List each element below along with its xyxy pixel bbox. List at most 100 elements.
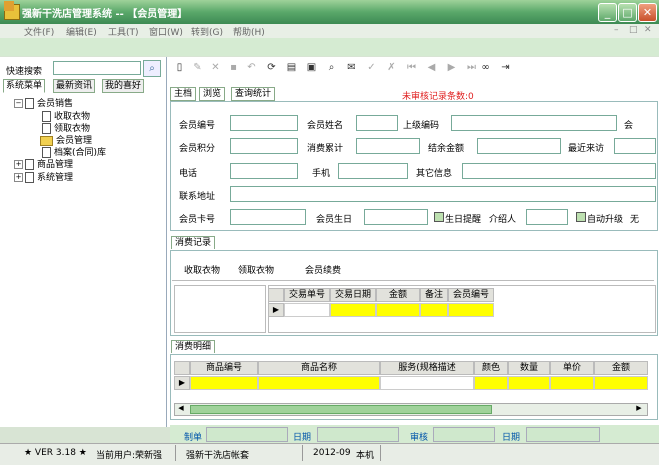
print-icon[interactable]: ▤ [286, 62, 297, 73]
auditor-field[interactable] [433, 427, 495, 442]
grid-cell[interactable] [330, 303, 376, 317]
maximize-button[interactable]: □ [618, 3, 637, 22]
grid-cell[interactable] [380, 376, 474, 390]
document-icon [25, 172, 34, 183]
preview-icon[interactable]: ▣ [306, 62, 317, 73]
col-amount[interactable]: 金额 [376, 288, 420, 302]
search-icon[interactable]: ⌕ [143, 60, 161, 77]
col-transaction-no[interactable]: 交易单号 [284, 288, 330, 302]
last-visit-input[interactable] [614, 138, 656, 154]
tree-node-member-sales[interactable]: − 会员销售 [14, 96, 73, 109]
link-pickup-clothes[interactable]: 领取衣物 [238, 263, 274, 276]
grid-cell[interactable] [508, 376, 550, 390]
tab-system-menu[interactable]: 系统菜单 [3, 79, 46, 93]
quick-search-input[interactable] [53, 61, 141, 75]
card-no-input[interactable] [230, 209, 306, 225]
grid-cell[interactable] [420, 303, 448, 317]
superior-code-input[interactable] [451, 115, 617, 131]
close-button[interactable]: ✕ [638, 3, 657, 22]
col-remark[interactable]: 备注 [420, 288, 448, 302]
member-name-input[interactable] [356, 115, 398, 131]
balance-input[interactable] [477, 138, 561, 154]
audit-icon[interactable]: ✓ [366, 62, 377, 73]
col-quantity[interactable]: 数量 [508, 361, 550, 375]
new-icon[interactable]: ▯ [174, 62, 185, 73]
make-date-field[interactable] [317, 427, 399, 442]
tab-consume-detail[interactable]: 消费明细 [171, 340, 216, 353]
expand-icon[interactable]: + [14, 173, 23, 182]
menu-file[interactable]: 文件(F) [24, 25, 54, 38]
col-goods-no[interactable]: 商品编号 [190, 361, 258, 375]
birthday-input[interactable] [364, 209, 428, 225]
other-info-input[interactable] [462, 163, 656, 179]
col-member-no[interactable]: 会员编号 [448, 288, 494, 302]
referrer-input[interactable] [526, 209, 568, 225]
col-detail-amount[interactable]: 金额 [594, 361, 648, 375]
menu-help[interactable]: 帮助(H) [233, 25, 265, 38]
previous-record-icon[interactable]: ◀ [426, 62, 437, 73]
exit-icon[interactable]: ⇥ [500, 62, 511, 73]
filter-icon[interactable]: ✉ [346, 62, 357, 73]
scrollbar-thumb[interactable] [190, 405, 492, 414]
tab-latest-news[interactable]: 最新资讯 [53, 79, 96, 93]
undo-icon[interactable]: ↶ [246, 62, 257, 73]
auto-upgrade-checkbox[interactable] [576, 212, 586, 222]
grid-cell[interactable] [594, 376, 648, 390]
edit-icon[interactable]: ✎ [192, 62, 203, 73]
scroll-left-icon[interactable]: ◀ [176, 404, 186, 413]
phone-input[interactable] [230, 163, 298, 179]
mdi-minimize-icon[interactable]: – [614, 25, 624, 35]
tab-browse[interactable]: 浏览 [199, 87, 226, 101]
grid-cell[interactable] [448, 303, 494, 317]
tab-master[interactable]: 主档 [170, 87, 197, 101]
col-transaction-date[interactable]: 交易日期 [330, 288, 376, 302]
scroll-right-icon[interactable]: ▶ [634, 404, 644, 413]
mdi-child-icon [4, 1, 14, 11]
link-member-renew[interactable]: 会员续费 [305, 263, 341, 276]
minimize-button[interactable]: _ [598, 3, 617, 22]
save-icon[interactable]: ▪ [228, 62, 239, 73]
col-goods-name[interactable]: 商品名称 [258, 361, 380, 375]
tree-node-goods-manage[interactable]: + 商品管理 [14, 157, 73, 170]
first-record-icon[interactable]: ⏮ [406, 62, 417, 73]
birthday-remind-checkbox[interactable] [434, 212, 444, 222]
col-color[interactable]: 颜色 [474, 361, 508, 375]
next-record-icon[interactable]: ▶ [446, 62, 457, 73]
tab-my-favorites[interactable]: 我的喜好 [102, 79, 145, 93]
mdi-restore-icon[interactable]: □ [629, 25, 639, 35]
menu-edit[interactable]: 编辑(E) [66, 25, 97, 38]
tab-consume-record[interactable]: 消费记录 [171, 236, 216, 249]
mobile-input[interactable] [338, 163, 408, 179]
record-list[interactable] [174, 285, 266, 333]
maker-field[interactable] [206, 427, 288, 442]
grid-cell[interactable] [258, 376, 380, 390]
grid-cell[interactable] [550, 376, 594, 390]
grid-cell[interactable] [190, 376, 258, 390]
last-record-icon[interactable]: ⏭ [466, 62, 477, 73]
menu-tools[interactable]: 工具(T) [108, 25, 139, 38]
consume-total-input[interactable] [356, 138, 420, 154]
find-icon[interactable]: ⌕ [326, 62, 337, 73]
mdi-close-icon[interactable]: ✕ [644, 25, 654, 35]
menu-window[interactable]: 窗口(W) [149, 25, 183, 38]
tab-query-stats[interactable]: 查询统计 [231, 87, 276, 101]
collapse-icon[interactable]: − [14, 99, 23, 108]
unaudit-icon[interactable]: ✗ [386, 62, 397, 73]
address-input[interactable] [230, 186, 656, 202]
expand-icon[interactable]: + [14, 160, 23, 169]
link-receive-clothes[interactable]: 收取衣物 [184, 263, 220, 276]
delete-icon[interactable]: ✕ [210, 62, 221, 73]
audit-date-field[interactable] [526, 427, 600, 442]
label-mobile: 手机 [312, 169, 331, 179]
menu-goto[interactable]: 转到(G) [191, 25, 223, 38]
tree-node-system-manage[interactable]: + 系统管理 [14, 170, 73, 183]
member-no-input[interactable] [230, 115, 298, 131]
glasses-icon[interactable]: ∞ [480, 62, 491, 73]
col-unit-price[interactable]: 单价 [550, 361, 594, 375]
grid-cell[interactable] [474, 376, 508, 390]
refresh-icon[interactable]: ⟳ [266, 62, 277, 73]
grid-cell[interactable] [376, 303, 420, 317]
col-service-spec[interactable]: 服务(规格描述 [380, 361, 474, 375]
grid-cell[interactable] [284, 303, 330, 317]
member-points-input[interactable] [230, 138, 298, 154]
